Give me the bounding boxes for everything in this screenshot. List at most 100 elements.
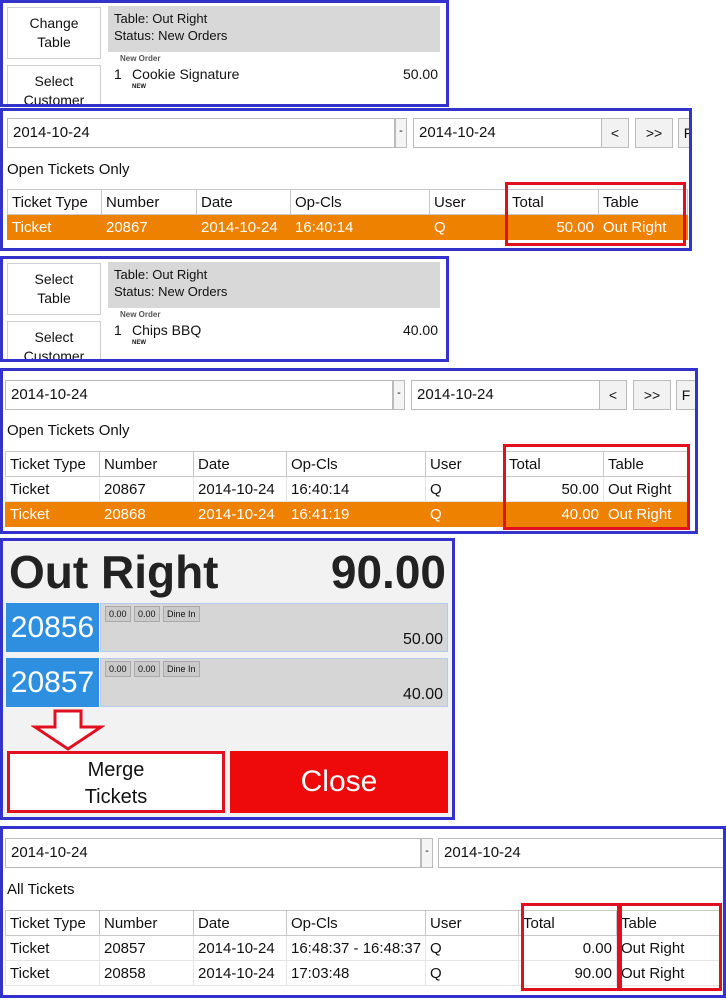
table-row[interactable]: Ticket 20858 2014-10-24 17:03:48 Q 90.00… (5, 960, 722, 986)
col-number[interactable]: Number (101, 189, 197, 215)
cell-date: 2014-10-24 (193, 935, 287, 961)
col-ticket-type[interactable]: Ticket Type (7, 189, 102, 215)
cell-table: Out Right (616, 960, 722, 986)
col-op-cls[interactable]: Op-Cls (290, 189, 430, 215)
order-item-tag: NEW (132, 84, 146, 90)
table-row[interactable]: Ticket 20867 2014-10-24 16:40:14 Q 50.00… (5, 476, 690, 502)
table-header-row: Ticket Type Number Date Op-Cls User Tota… (7, 189, 688, 215)
next-page-button[interactable]: >> (633, 380, 671, 410)
date-from-field[interactable]: 2014-10-24 (5, 380, 393, 410)
ticket-chip: Dine In (163, 661, 200, 677)
close-button[interactable]: Close (230, 751, 448, 813)
col-total[interactable]: Total (504, 451, 604, 477)
ticket-table: Ticket Type Number Date Op-Cls User Tota… (5, 451, 690, 527)
cell-date: 2014-10-24 (193, 501, 287, 527)
ticket-number-button[interactable]: 20857 (6, 658, 99, 707)
col-date[interactable]: Date (193, 910, 287, 936)
cell-user: Q (425, 476, 505, 502)
table-row[interactable]: Ticket 20867 2014-10-24 16:40:14 Q 50.00… (7, 214, 688, 240)
table-total: 90.00 (330, 546, 446, 598)
table-name-title: Out Right (9, 546, 219, 598)
date-to-field[interactable]: 2014-10-24 (413, 118, 603, 148)
cell-type: Ticket (5, 960, 100, 986)
merge-tickets-button[interactable]: Merge Tickets (7, 751, 225, 813)
col-op-cls[interactable]: Op-Cls (286, 910, 426, 936)
col-table[interactable]: Table (603, 451, 690, 477)
date-from-field[interactable]: 2014-10-24 (7, 118, 395, 148)
date-from-dropdown-icon[interactable]: - (421, 838, 433, 868)
ticket-status: Table: Out Right Status: New Orders (108, 262, 440, 308)
extra-button[interactable]: F (678, 118, 689, 148)
col-number[interactable]: Number (99, 451, 194, 477)
cell-user: Q (425, 501, 505, 527)
col-user[interactable]: User (425, 910, 519, 936)
ticket-chip: 0.00 (105, 606, 131, 622)
order-item-qty: 1 (114, 66, 122, 82)
ticket-list-panel-1: 2014-10-24 - 2014-10-24 < >> F Open Tick… (0, 108, 692, 251)
date-from-dropdown-icon[interactable]: - (393, 380, 405, 410)
ticket-number-button[interactable]: 20856 (6, 603, 99, 652)
cell-type: Ticket (7, 214, 102, 240)
cell-total: 90.00 (518, 960, 617, 986)
ticket-summary[interactable]: 0.00 0.00 Dine In 50.00 (100, 603, 448, 652)
ticket-chip: 0.00 (134, 661, 160, 677)
cell-opcls: 17:03:48 (286, 960, 426, 986)
order-item[interactable]: 1 Cookie Signature 50.00 (108, 65, 440, 83)
down-arrow-icon (31, 709, 105, 751)
order-item-name: Chips BBQ (132, 322, 202, 338)
ticket-amount: 50.00 (402, 631, 443, 648)
col-number[interactable]: Number (99, 910, 194, 936)
cell-opcls: 16:40:14 (286, 476, 426, 502)
date-to-field[interactable]: 2014-10-24 (411, 380, 601, 410)
status-state: Status: New Orders (114, 284, 228, 299)
cell-number: 20868 (99, 501, 194, 527)
col-date[interactable]: Date (196, 189, 291, 215)
cell-date: 2014-10-24 (193, 476, 287, 502)
select-table-button[interactable]: Select Table (7, 263, 101, 315)
cell-total: 50.00 (504, 476, 604, 502)
cell-opcls: 16:40:14 (290, 214, 430, 240)
ticket-summary[interactable]: 0.00 0.00 Dine In 40.00 (100, 658, 448, 707)
ticket-table: Ticket Type Number Date Op-Cls User Tota… (7, 189, 688, 240)
order-panel-1: Change Table Select Customer Table: Out … (0, 0, 449, 107)
cell-number: 20867 (99, 476, 194, 502)
ticket-chip: Dine In (163, 606, 200, 622)
date-from-dropdown-icon[interactable]: - (395, 118, 407, 148)
prev-page-button[interactable]: < (599, 380, 627, 410)
status-table: Table: Out Right (114, 267, 208, 282)
col-user[interactable]: User (429, 189, 508, 215)
select-customer-button[interactable]: Select Customer (7, 321, 101, 359)
col-date[interactable]: Date (193, 451, 287, 477)
cell-user: Q (429, 214, 508, 240)
table-header-row: Ticket Type Number Date Op-Cls User Tota… (5, 910, 722, 936)
cell-opcls: 16:41:19 (286, 501, 426, 527)
ticket-filter-label: Open Tickets Only (7, 422, 130, 439)
cell-number: 20867 (101, 214, 197, 240)
date-from-field[interactable]: 2014-10-24 (5, 838, 421, 868)
ticket-filter-label: All Tickets (7, 881, 75, 898)
order-item-tag: NEW (132, 340, 146, 346)
col-table[interactable]: Table (616, 910, 722, 936)
col-user[interactable]: User (425, 451, 505, 477)
status-state: Status: New Orders (114, 28, 228, 43)
order-item[interactable]: 1 Chips BBQ 40.00 (108, 321, 440, 339)
col-total[interactable]: Total (518, 910, 617, 936)
date-to-field[interactable]: 2014-10-24 (438, 838, 723, 868)
prev-page-button[interactable]: < (601, 118, 629, 148)
col-table[interactable]: Table (598, 189, 688, 215)
change-table-button[interactable]: Change Table (7, 7, 101, 59)
next-page-button[interactable]: >> (635, 118, 673, 148)
col-ticket-type[interactable]: Ticket Type (5, 451, 100, 477)
select-customer-button[interactable]: Select Customer (7, 65, 101, 104)
extra-button[interactable]: F (676, 380, 695, 410)
col-ticket-type[interactable]: Ticket Type (5, 910, 100, 936)
ticket-list-panel-3: 2014-10-24 - 2014-10-24 All Tickets Tick… (0, 826, 726, 998)
table-row[interactable]: Ticket 20868 2014-10-24 16:41:19 Q 40.00… (5, 501, 690, 527)
table-row[interactable]: Ticket 20857 2014-10-24 16:48:37 - 16:48… (5, 935, 722, 961)
merge-label-line1: Merge (87, 759, 145, 781)
col-total[interactable]: Total (507, 189, 599, 215)
merge-label-line2: Tickets (84, 786, 148, 808)
col-op-cls[interactable]: Op-Cls (286, 451, 426, 477)
cell-user: Q (425, 935, 519, 961)
order-item-qty: 1 (114, 322, 122, 338)
